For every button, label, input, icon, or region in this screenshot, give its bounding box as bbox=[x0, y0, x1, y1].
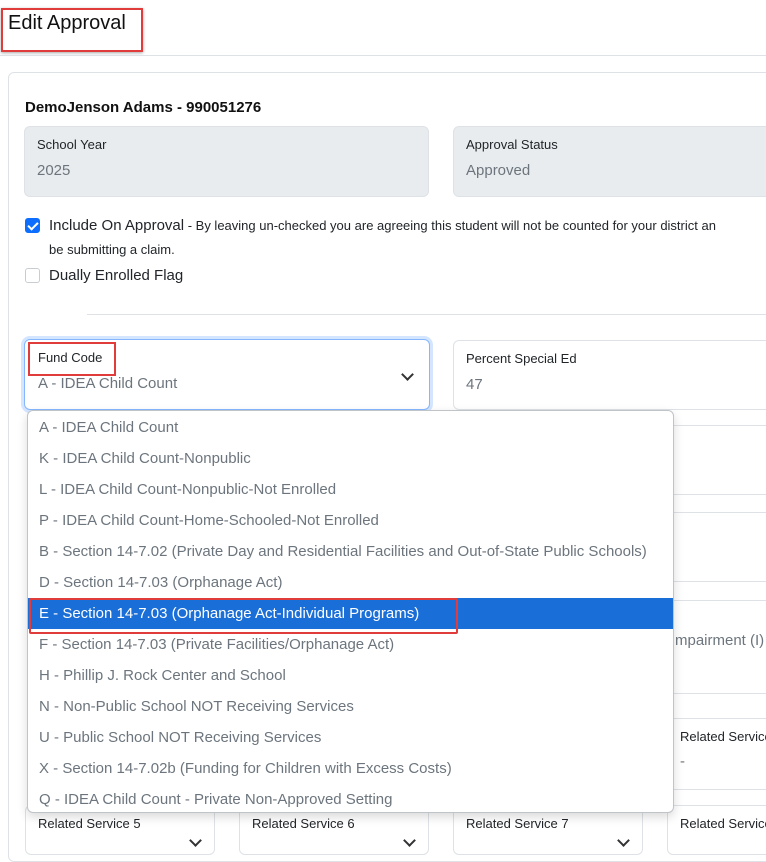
fund-option-a[interactable]: A - IDEA Child Count bbox=[28, 412, 673, 443]
approval-status-label: Approval Status bbox=[466, 137, 558, 152]
include-on-approval-note-line2: be submitting a claim. bbox=[49, 242, 175, 257]
student-name: DemoJenson Adams - 990051276 bbox=[25, 99, 262, 116]
approval-status-value: Approved bbox=[466, 162, 531, 179]
fund-option-x[interactable]: X - Section 14-7.02b (Funding for Childr… bbox=[28, 753, 673, 784]
annotation-box-selected-option bbox=[29, 598, 458, 634]
related-service-8-select[interactable]: Related Service bbox=[667, 805, 766, 855]
fund-option-b[interactable]: B - Section 14-7.02 (Private Day and Res… bbox=[28, 536, 673, 567]
school-year-label: School Year bbox=[37, 137, 107, 152]
percent-special-ed-value: 47 bbox=[466, 376, 483, 393]
section-divider bbox=[87, 314, 766, 315]
percent-special-ed-label: Percent Special Ed bbox=[466, 351, 577, 366]
background-divider bbox=[660, 693, 766, 694]
background-field-2[interactable] bbox=[660, 512, 766, 582]
include-on-approval-row: Include On Approval - By leaving un-chec… bbox=[49, 217, 716, 234]
include-on-approval-label: Include On Approval bbox=[49, 217, 185, 234]
fund-option-l[interactable]: L - IDEA Child Count-Nonpublic-Not Enrol… bbox=[28, 474, 673, 505]
annotation-box-fund-code bbox=[28, 342, 116, 376]
related-service-value: - bbox=[680, 753, 685, 770]
fund-option-k[interactable]: K - IDEA Child Count-Nonpublic bbox=[28, 443, 673, 474]
fund-code-value: A - IDEA Child Count bbox=[38, 375, 178, 392]
dually-enrolled-label: Dually Enrolled Flag bbox=[49, 267, 184, 284]
related-service-8-label: Related Service bbox=[680, 816, 766, 831]
header-divider bbox=[0, 55, 766, 56]
fund-option-q[interactable]: Q - IDEA Child Count - Private Non-Appro… bbox=[28, 784, 673, 812]
related-service-7-label: Related Service 7 bbox=[466, 816, 569, 831]
approval-status-field: Approval Status Approved bbox=[453, 126, 766, 197]
chevron-down-icon bbox=[617, 834, 630, 847]
page-title: Edit Approval bbox=[8, 12, 126, 34]
fund-option-h[interactable]: H - Phillip J. Rock Center and School bbox=[28, 660, 673, 691]
fund-option-d[interactable]: D - Section 14-7.03 (Orphanage Act) bbox=[28, 567, 673, 598]
related-service-label: Related Service bbox=[680, 729, 766, 744]
related-service-5-label: Related Service 5 bbox=[38, 816, 141, 831]
fund-option-u[interactable]: U - Public School NOT Receiving Services bbox=[28, 722, 673, 753]
school-year-value: 2025 bbox=[37, 162, 71, 179]
school-year-field: School Year 2025 bbox=[24, 126, 429, 197]
impairment-text: mpairment (I) bbox=[675, 632, 765, 649]
fund-option-p[interactable]: P - IDEA Child Count-Home-Schooled-Not E… bbox=[28, 505, 673, 536]
related-service-6-label: Related Service 6 bbox=[252, 816, 355, 831]
chevron-down-icon bbox=[403, 834, 416, 847]
background-field-1[interactable] bbox=[660, 425, 766, 495]
dually-enrolled-checkbox[interactable] bbox=[25, 268, 40, 283]
percent-special-ed-field[interactable]: Percent Special Ed 47 bbox=[453, 340, 766, 410]
fund-option-n[interactable]: N - Non-Public School NOT Receiving Serv… bbox=[28, 691, 673, 722]
related-service-field-top[interactable]: Related Service - bbox=[667, 718, 766, 790]
include-on-approval-note: - By leaving un-checked you are agreeing… bbox=[184, 218, 716, 233]
chevron-down-icon bbox=[189, 834, 202, 847]
include-on-approval-checkbox[interactable] bbox=[25, 218, 40, 233]
